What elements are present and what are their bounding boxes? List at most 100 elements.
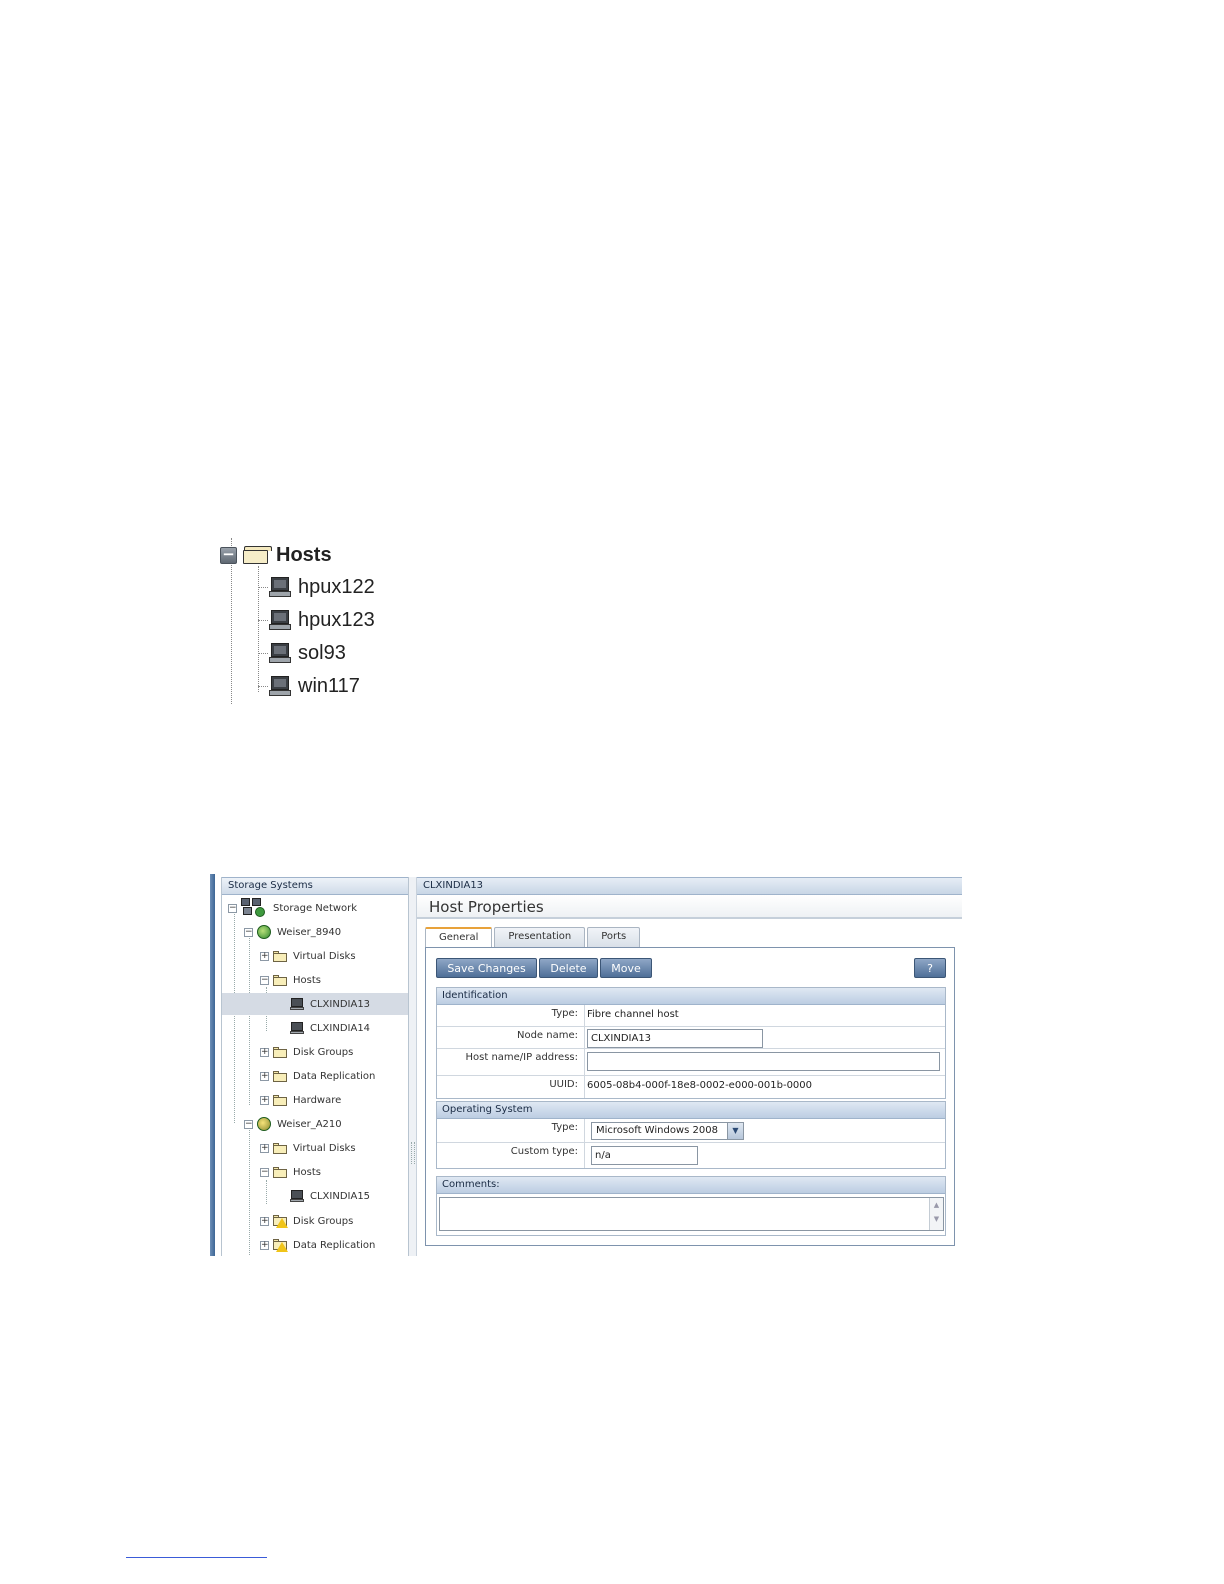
field-label: Node name:	[437, 1027, 585, 1048]
tab-presentation[interactable]: Presentation	[494, 927, 586, 947]
tree-node-host[interactable]: CLXINDIA14	[290, 1017, 370, 1039]
expand-icon[interactable]: +	[260, 951, 269, 961]
comments-textarea[interactable]: ▲ ▼	[439, 1197, 944, 1231]
hosts-tree-screenshot: − Hosts hpux122 hpux123 sol93 win117	[220, 536, 420, 706]
host-name-row: Host name/IP address:	[437, 1049, 945, 1076]
comments-section: Comments: ▲ ▼	[436, 1176, 946, 1236]
delete-button[interactable]: Delete	[539, 958, 598, 978]
expand-icon[interactable]: +	[260, 1071, 269, 1081]
save-changes-button[interactable]: Save Changes	[436, 958, 537, 978]
computer-icon	[269, 577, 291, 597]
folder-icon	[273, 1142, 287, 1154]
tree-node-virtual-disks[interactable]: + Virtual Disks	[260, 1137, 356, 1159]
tree-node-host[interactable]: CLXINDIA15	[290, 1185, 370, 1207]
open-folder-icon	[243, 546, 272, 564]
folder-icon	[273, 974, 287, 986]
host-computer-icon	[290, 1190, 304, 1202]
tree-node-label: Virtual Disks	[293, 950, 356, 962]
collapse-icon[interactable]: −	[220, 546, 237, 564]
tab-ports[interactable]: Ports	[587, 927, 641, 947]
tree-node-storage-network[interactable]: − Storage Network	[228, 897, 357, 919]
folder-warning-icon	[273, 1214, 288, 1228]
tree-node-label: CLXINDIA14	[310, 1022, 371, 1034]
expand-icon[interactable]: +	[260, 1216, 269, 1226]
field-label: Type:	[437, 1005, 585, 1026]
tree-node-storage-system[interactable]: − Weiser_A210	[244, 1113, 342, 1135]
folder-icon	[273, 1070, 287, 1082]
collapse-icon[interactable]: −	[260, 1167, 269, 1177]
tree-node-label: CLXINDIA13	[310, 998, 371, 1010]
collapse-icon[interactable]: −	[260, 975, 269, 985]
tree-node-virtual-disks[interactable]: + Virtual Disks	[260, 945, 356, 967]
nav-pane-header: Storage Systems	[222, 877, 408, 895]
tree-node-label: Weiser_8940	[277, 926, 342, 938]
collapse-icon[interactable]: −	[228, 903, 237, 913]
footnote-separator	[126, 1557, 267, 1558]
tree-node-hosts[interactable]: − Hosts	[260, 969, 321, 991]
tree-node-label: win117	[298, 674, 360, 697]
tree-node-label: hpux123	[298, 608, 375, 631]
tree-node-disk-groups[interactable]: + Disk Groups	[260, 1210, 353, 1232]
tree-node-hosts[interactable]: − Hosts	[220, 542, 332, 568]
type-row: Type: Fibre channel host	[437, 1005, 945, 1027]
node-name-row: Node name: CLXINDIA13	[437, 1027, 945, 1049]
field-label: Custom type:	[437, 1143, 585, 1168]
expand-icon[interactable]: +	[260, 1143, 269, 1153]
expand-icon[interactable]: +	[260, 1047, 269, 1057]
section-header: Comments:	[437, 1177, 945, 1194]
move-button[interactable]: Move	[600, 958, 652, 978]
tree-node-label: Disk Groups	[293, 1046, 354, 1058]
tree-node-host[interactable]: hpux123	[258, 606, 375, 634]
collapse-icon[interactable]: −	[244, 1119, 253, 1129]
host-name-field[interactable]	[587, 1052, 940, 1071]
tree-node-data-replication[interactable]: + Data Replication	[260, 1065, 375, 1087]
operating-system-section: Operating System Type: Microsoft Windows…	[436, 1101, 946, 1169]
tab-content: Save Changes Delete Move ? Identificatio…	[425, 947, 955, 1246]
expand-icon[interactable]: +	[260, 1095, 269, 1105]
help-button[interactable]: ?	[914, 958, 946, 978]
scrollbar[interactable]: ▲ ▼	[929, 1198, 943, 1230]
tree-node-label: Data Replication	[293, 1070, 376, 1082]
field-label: Type:	[437, 1119, 585, 1142]
tree-node-label: Hosts	[293, 974, 321, 986]
tree-node-disk-groups[interactable]: + Disk Groups	[260, 1041, 353, 1063]
tree-node-data-replication[interactable]: + Data Replication	[260, 1234, 375, 1256]
tree-node-hardware[interactable]: + Hardware	[260, 1089, 341, 1111]
navigation-pane: Storage Systems − Storage Network − Weis…	[221, 877, 409, 1256]
tree-node-storage-system[interactable]: − Weiser_8940	[244, 921, 341, 943]
folder-icon	[273, 1046, 287, 1058]
tree-node-host-selected[interactable]: CLXINDIA13	[222, 993, 408, 1015]
tab-general[interactable]: General	[425, 927, 493, 948]
identification-section: Identification Type: Fibre channel host …	[436, 987, 946, 1099]
button-bar: Save Changes Delete Move ?	[436, 958, 946, 978]
chevron-down-icon[interactable]: ▼	[727, 1123, 743, 1139]
collapse-icon[interactable]: −	[244, 927, 253, 937]
folder-warning-icon	[273, 1238, 288, 1252]
tree-node-label: Disk Groups	[293, 1215, 354, 1227]
content-title-bar: CLXINDIA13	[417, 877, 962, 895]
tree-node-label: Hardware	[293, 1094, 342, 1106]
section-header: Identification	[437, 988, 945, 1005]
splitter-grip-icon[interactable]	[411, 1142, 415, 1164]
os-type-select[interactable]: Microsoft Windows 2008 ▼	[591, 1122, 744, 1140]
custom-type-row: Custom type: n/a	[437, 1143, 945, 1168]
os-type-row: Type: Microsoft Windows 2008 ▼	[437, 1119, 945, 1143]
uuid-row: UUID: 6005-08b4-000f-18e8-0002-e000-001b…	[437, 1076, 945, 1098]
command-view-screenshot: Storage Systems − Storage Network − Weis…	[210, 874, 962, 1256]
pane-splitter[interactable]	[409, 877, 417, 1256]
tree-node-host[interactable]: win117	[258, 672, 360, 700]
storage-system-warning-icon	[257, 1117, 271, 1131]
tree-node-label: Hosts	[276, 543, 332, 566]
node-name-field[interactable]: CLXINDIA13	[587, 1029, 763, 1048]
expand-icon[interactable]: +	[260, 1240, 269, 1250]
field-label: UUID:	[437, 1076, 585, 1098]
tree-node-hosts[interactable]: − Hosts	[260, 1161, 321, 1183]
tree-node-label: hpux122	[298, 575, 375, 598]
tree-node-label: sol93	[298, 641, 346, 664]
tree-node-host[interactable]: sol93	[258, 639, 346, 667]
content-pane: CLXINDIA13 Host Properties General Prese…	[417, 877, 962, 1256]
tree-node-label: CLXINDIA15	[310, 1190, 371, 1202]
custom-type-field[interactable]: n/a	[591, 1146, 698, 1165]
tree-node-host[interactable]: hpux122	[258, 573, 375, 601]
tab-strip: General Presentation Ports	[425, 927, 642, 948]
